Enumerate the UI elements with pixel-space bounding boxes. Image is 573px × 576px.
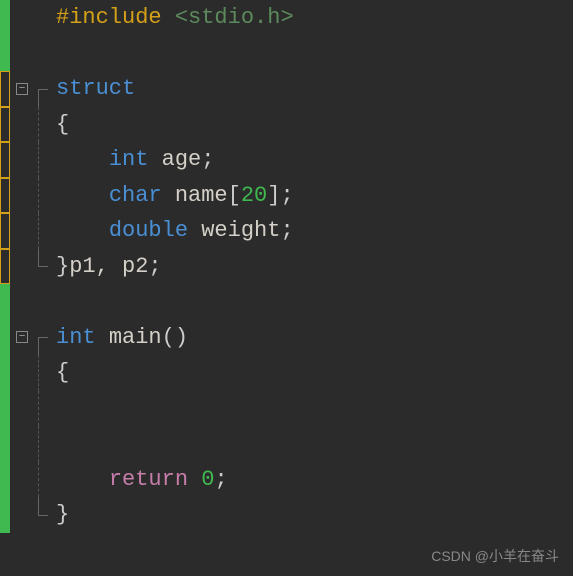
code-line[interactable]: { [56, 355, 573, 391]
token-number: 20 [241, 183, 267, 208]
token-include-close: > [280, 5, 293, 30]
token-type: double [109, 218, 188, 243]
token-return: return [109, 467, 188, 492]
watermark: CSDN @小羊在奋斗 [431, 546, 559, 566]
token-indent [56, 183, 109, 208]
code-line[interactable]: int age; [56, 142, 573, 178]
token-brace-close: } [56, 502, 69, 527]
token-function: main [109, 325, 162, 350]
code-line-blank[interactable] [56, 391, 573, 427]
token-semicolon: ; [280, 218, 293, 243]
code-line[interactable]: } [56, 497, 573, 533]
token-number: 0 [201, 467, 214, 492]
code-line[interactable]: char name[20]; [56, 178, 573, 214]
token-indent [56, 147, 109, 172]
token-brace-open: { [56, 112, 69, 137]
token-ident: weight [201, 218, 280, 243]
token-brace-open: { [56, 360, 69, 385]
code-line[interactable]: }p1, p2; [56, 249, 573, 285]
token-ident: name [175, 183, 228, 208]
token-type: char [109, 183, 162, 208]
code-line-blank[interactable] [56, 36, 573, 72]
token-semicolon: ; [148, 254, 161, 279]
token-type: int [56, 325, 96, 350]
token-semicolon: ; [201, 147, 214, 172]
gutter: − − [0, 0, 52, 576]
token-type: int [109, 147, 149, 172]
code-line[interactable]: #include <stdio.h> [56, 0, 573, 36]
token-preproc: #include [56, 5, 175, 30]
code-line-blank[interactable] [56, 426, 573, 462]
token-include-path: stdio.h [188, 5, 280, 30]
token-parens: () [162, 325, 188, 350]
code-area[interactable]: #include <stdio.h> struct { int age; cha… [52, 0, 573, 576]
token-keyword-struct: struct [56, 76, 135, 101]
token-indent [56, 467, 109, 492]
token-semicolon: ; [214, 467, 227, 492]
fold-toggle-icon[interactable]: − [16, 331, 28, 343]
token-bracket-open: [ [228, 183, 241, 208]
token-indent [56, 218, 109, 243]
code-line-blank[interactable] [56, 284, 573, 320]
token-ident: p1, p2 [69, 254, 148, 279]
token-ident: age [162, 147, 202, 172]
code-line[interactable]: return 0; [56, 462, 573, 498]
token-bracket-close: ] [267, 183, 280, 208]
code-editor: − − #include <stdio.h> struct { int age;… [0, 0, 573, 576]
code-line[interactable]: struct [56, 71, 573, 107]
code-line[interactable]: int main() [56, 320, 573, 356]
token-brace-close: } [56, 254, 69, 279]
fold-toggle-icon[interactable]: − [16, 83, 28, 95]
code-line[interactable]: { [56, 107, 573, 143]
token-semicolon: ; [280, 183, 293, 208]
token-include-open: < [175, 5, 188, 30]
code-line[interactable]: double weight; [56, 213, 573, 249]
